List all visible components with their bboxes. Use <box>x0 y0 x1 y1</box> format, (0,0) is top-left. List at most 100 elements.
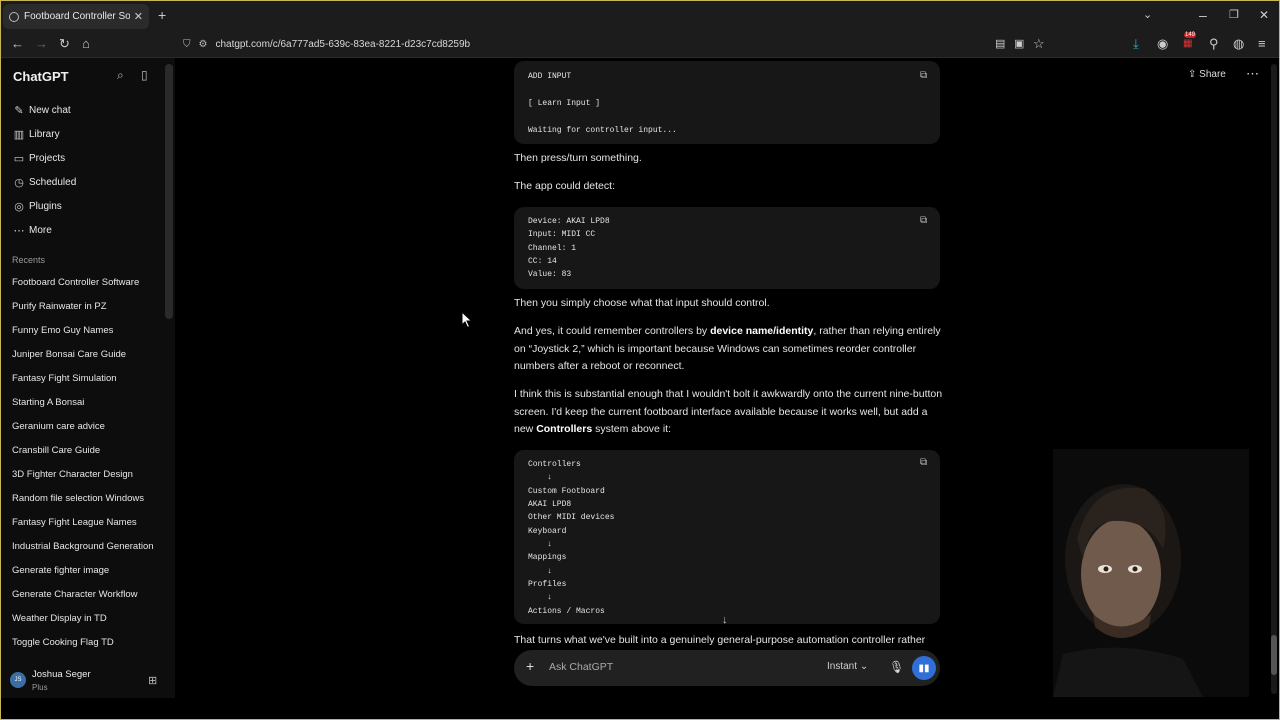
copy-icon[interactable]: ⧉ <box>920 459 930 469</box>
code-block: ⧉ ADD INPUT [ Learn Input ] Waiting for … <box>514 61 940 144</box>
sidebar-item-more[interactable]: ⋯ More <box>12 220 52 240</box>
chat-input[interactable]: Ask ChatGPT <box>549 661 613 673</box>
composer: + Ask ChatGPT Instant ⌄ 🎙 ▮▮ <box>514 650 940 686</box>
tab-active[interactable]: Footboard Controller Software ✕ <box>3 4 149 29</box>
main-scrollbar-track[interactable] <box>1271 64 1277 694</box>
sidebar-item-label: Scheduled <box>29 176 77 188</box>
sidebar-item-new-chat[interactable]: ✎ New chat <box>12 100 71 120</box>
minimize-icon[interactable]: – <box>1199 7 1207 23</box>
message-paragraph: I think this is substantial enough that … <box>514 386 944 439</box>
code-line: Profiles <box>528 580 567 589</box>
sidebar: ChatGPT ⌕ ▯ ✎ New chat ▥ Library ▭ Projects… <box>1 58 175 698</box>
sidebar-item-projects[interactable]: ▭ Projects <box>12 148 65 168</box>
recent-chat-item[interactable]: Fantasy Fight Simulation <box>12 373 117 384</box>
bold-text: device name/identity <box>710 325 814 337</box>
account-icon[interactable]: ◉ <box>1157 36 1168 52</box>
recent-chat-item[interactable]: Fantasy Fight League Names <box>12 517 137 528</box>
download-icon[interactable]: ⤓ <box>1133 36 1139 52</box>
menu-icon[interactable]: ≡ <box>1258 36 1266 52</box>
window-close-icon[interactable]: ✕ <box>1259 7 1269 23</box>
recent-chat-item[interactable]: Geranium care advice <box>12 421 105 432</box>
sidebar-item-label: Projects <box>29 152 66 164</box>
toggle-sidebar-icon[interactable]: ▯ <box>141 68 148 82</box>
waveform-icon: ▮▮ <box>918 662 930 674</box>
avatar: JS <box>10 672 26 688</box>
recent-chat-item[interactable]: 3D Fighter Character Design <box>12 469 133 480</box>
extension-badge-count: 149 <box>1184 32 1197 38</box>
profile-mask-icon[interactable]: ◍ <box>1233 36 1244 52</box>
share-button[interactable]: ⇪ Share <box>1188 69 1226 80</box>
tab-bar: Footboard Controller Software ✕ + ⌄ – ❐ … <box>1 1 1279 31</box>
recent-chat-item[interactable]: Cransbill Care Guide <box>12 445 100 456</box>
recents-heading: Recents <box>12 255 46 265</box>
scroll-down-arrow-icon[interactable]: ↓ <box>722 614 728 626</box>
add-attachment-icon[interactable]: + <box>526 658 534 674</box>
model-label: Instant <box>827 661 858 672</box>
code-line: Actions / Macros <box>528 607 605 616</box>
text-run: And yes, it could remember controllers b… <box>514 325 711 337</box>
search-icon[interactable]: ⌕ <box>117 68 124 83</box>
recent-chat-item[interactable]: Funny Emo Guy Names <box>12 325 113 336</box>
apps-icon[interactable]: ⊞ <box>148 674 157 687</box>
recent-chat-item[interactable]: Juniper Bonsai Care Guide <box>12 349 126 360</box>
restore-icon[interactable]: ❐ <box>1229 7 1239 23</box>
sidebar-item-library[interactable]: ▥ Library <box>12 124 60 144</box>
more-options-icon[interactable]: ⋯ <box>1246 66 1259 82</box>
user-profile[interactable]: JS Joshua Seger Plus ⊞ <box>1 660 175 698</box>
chevron-down-icon: ⌄ <box>859 661 869 672</box>
code-line: Other MIDI devices <box>528 513 615 522</box>
code-line: [ Learn Input ] <box>528 99 601 108</box>
recent-chat-item[interactable]: Footboard Controller Software <box>12 277 139 288</box>
share-icon: ⇪ <box>1188 69 1200 80</box>
code-line: Input: MIDI CC <box>528 230 596 239</box>
recent-chat-item[interactable]: Generate fighter image <box>12 565 109 576</box>
main-scrollbar-thumb[interactable] <box>1271 635 1277 675</box>
sidebar-item-scheduled[interactable]: ◷ Scheduled <box>12 172 76 192</box>
tab-close-icon[interactable]: ✕ <box>134 10 143 23</box>
code-line: AKAI LPD8 <box>528 500 572 509</box>
new-tab-icon[interactable]: + <box>158 7 166 23</box>
mouse-cursor-icon <box>461 311 473 329</box>
voice-mode-button[interactable]: ▮▮ <box>912 656 936 680</box>
reader-view-icon[interactable]: ▤ <box>995 36 1005 52</box>
reload-icon[interactable]: ↻ <box>59 36 70 52</box>
plugin-icon: ◎ <box>14 200 24 213</box>
recent-chat-item[interactable]: Toggle Cooking Flag TD <box>12 637 114 648</box>
sidebar-item-label: Library <box>29 128 60 140</box>
forward-icon[interactable]: → <box>35 36 48 52</box>
navigation-bar: ← → ↻ ⌂ ⛉ ⚙ chatgpt.com/c/6a777ad5-639c-… <box>1 31 1279 58</box>
site-info-icon[interactable]: ⚙ <box>199 39 208 50</box>
model-selector[interactable]: Instant ⌄ <box>827 661 868 672</box>
address-bar[interactable]: ⛉ ⚙ chatgpt.com/c/6a777ad5-639c-83ea-822… <box>179 33 1051 55</box>
brand-title[interactable]: ChatGPT <box>13 69 69 84</box>
sidebar-scrollbar[interactable] <box>165 64 173 319</box>
sidebar-item-plugins[interactable]: ◎ Plugins <box>12 196 62 216</box>
recent-chat-item[interactable]: Purify Rainwater in PZ <box>12 301 107 312</box>
recent-chat-item[interactable]: Industrial Background Generation <box>12 541 154 552</box>
home-icon[interactable]: ⌂ <box>82 36 90 52</box>
message-paragraph: That turns what we've built into a genui… <box>514 634 926 646</box>
code-line: ↓ <box>528 473 553 482</box>
recent-chat-item[interactable]: Random file selection Windows <box>12 493 144 504</box>
copy-icon[interactable]: ⧉ <box>920 72 930 82</box>
recent-chat-item[interactable]: Weather Display in TD <box>12 613 107 624</box>
browser-window: Footboard Controller Software ✕ + ⌄ – ❐ … <box>0 0 1280 720</box>
tab-list-chevron-icon[interactable]: ⌄ <box>1143 7 1152 23</box>
copy-icon[interactable]: ⧉ <box>920 217 930 227</box>
recent-chat-item[interactable]: Starting A Bonsai <box>12 397 84 408</box>
code-line: Mappings <box>528 553 567 562</box>
extensions-icon[interactable]: ⚲ <box>1209 36 1219 52</box>
bookmark-star-icon[interactable]: ☆ <box>1033 36 1045 52</box>
screenshot-icon[interactable]: ▣ <box>1014 36 1024 52</box>
microphone-icon[interactable]: 🎙 <box>889 660 904 674</box>
webcam-overlay <box>1053 449 1249 697</box>
shield-icon[interactable]: ⛉ <box>183 39 191 50</box>
code-line: ↓ <box>528 540 553 549</box>
message-paragraph: And yes, it could remember controllers b… <box>514 323 944 376</box>
back-icon[interactable]: ← <box>11 36 24 52</box>
recent-chat-item[interactable]: Generate Character Workflow <box>12 589 138 600</box>
code-line: CC: 14 <box>528 257 557 266</box>
sidebar-item-label: New chat <box>29 104 71 116</box>
extension-badge-icon[interactable]: ▦ <box>1183 36 1192 52</box>
code-line: Custom Footboard <box>528 487 605 496</box>
